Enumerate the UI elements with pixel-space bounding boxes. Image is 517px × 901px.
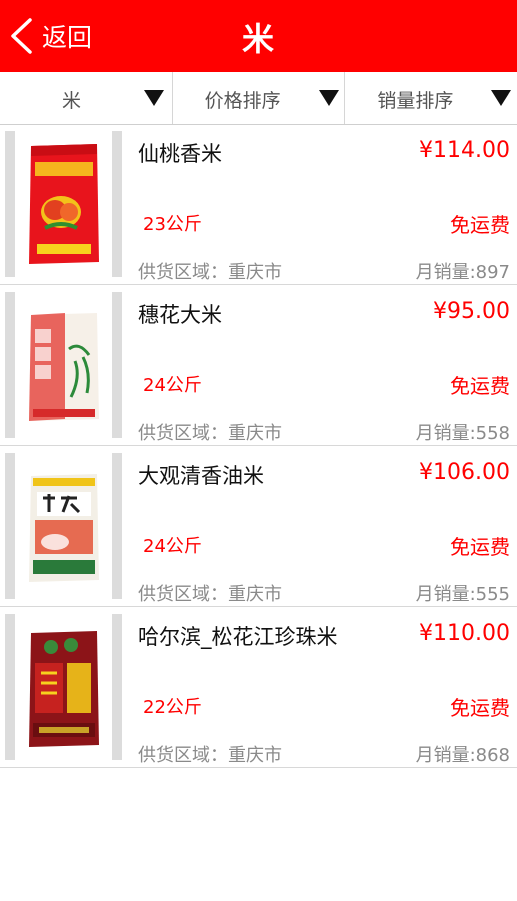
product-price: ¥110.00: [419, 621, 510, 646]
shipping-badge: 免运费: [450, 374, 510, 398]
product-image: [28, 313, 99, 421]
product-item[interactable]: 哈尔滨_松花江珍珠米 ¥110.00 22公斤 免运费 供货区域：重庆市 月销量…: [0, 607, 517, 768]
triangle-down-icon: [318, 90, 339, 106]
monthly-sales: 月销量:897: [415, 262, 510, 283]
supply-region: 供货区域：重庆市: [138, 262, 282, 283]
product-name: 仙桃香米: [138, 142, 222, 166]
filter-bar: 米 价格排序 销量排序: [0, 72, 517, 125]
filter-category[interactable]: 米: [0, 72, 173, 124]
product-image-frame: [5, 131, 122, 277]
product-image-frame: [5, 614, 122, 760]
top-bar: 返回 米: [0, 0, 517, 72]
product-image: [28, 144, 99, 264]
filter-sales-sort[interactable]: 销量排序: [345, 72, 517, 124]
supply-region: 供货区域：重庆市: [138, 584, 282, 605]
product-weight: 23公斤: [143, 214, 202, 235]
product-image-frame: [5, 453, 122, 599]
product-item[interactable]: 大观清香油米 ¥106.00 24公斤 免运费 供货区域：重庆市 月销量:555: [0, 446, 517, 607]
filter-sales-sort-label: 销量排序: [377, 90, 454, 112]
product-price: ¥114.00: [419, 138, 510, 163]
monthly-sales: 月销量:868: [415, 745, 510, 766]
product-name: 大观清香油米: [138, 464, 264, 488]
shipping-badge: 免运费: [450, 696, 510, 720]
filter-category-label: 米: [62, 90, 82, 112]
filter-price-sort[interactable]: 价格排序: [173, 72, 346, 124]
product-item[interactable]: 仙桃香米 ¥114.00 23公斤 免运费 供货区域：重庆市 月销量:897: [0, 124, 517, 285]
monthly-sales: 月销量:558: [415, 423, 510, 444]
product-image: [28, 474, 99, 582]
page-title: 米: [241, 20, 275, 58]
triangle-down-icon: [144, 90, 164, 106]
product-image: [28, 631, 99, 747]
product-weight: 24公斤: [143, 536, 202, 557]
product-name: 穗花大米: [138, 303, 222, 327]
product-weight: 24公斤: [143, 375, 202, 396]
product-weight: 22公斤: [143, 697, 202, 718]
product-name: 哈尔滨_松花江珍珠米: [138, 625, 338, 649]
shipping-badge: 免运费: [450, 213, 510, 237]
filter-price-sort-label: 价格排序: [204, 90, 281, 112]
supply-region: 供货区域：重庆市: [138, 423, 282, 444]
product-item[interactable]: 穗花大米 ¥95.00 24公斤 免运费 供货区域：重庆市 月销量:558: [0, 285, 517, 446]
product-price: ¥106.00: [419, 460, 510, 485]
supply-region: 供货区域：重庆市: [138, 745, 282, 766]
monthly-sales: 月销量:555: [415, 584, 510, 605]
triangle-down-icon: [491, 90, 512, 106]
shipping-badge: 免运费: [450, 535, 510, 559]
product-list: 仙桃香米 ¥114.00 23公斤 免运费 供货区域：重庆市 月销量:897 穗…: [0, 124, 517, 768]
product-price: ¥95.00: [433, 299, 510, 324]
product-image-frame: [5, 292, 122, 438]
